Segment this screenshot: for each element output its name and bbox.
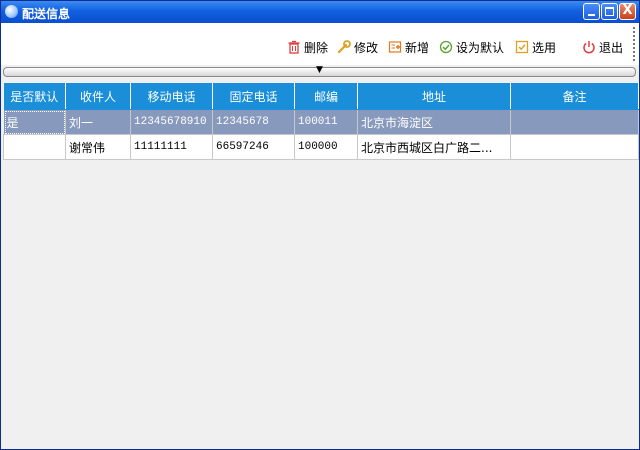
maximize-button[interactable] — [601, 3, 618, 20]
table-row[interactable]: 谢常伟 11111111 66597246 100000 北京市西城区白广路二.… — [3, 134, 639, 160]
wrench-icon — [337, 40, 351, 54]
chevron-down-icon: ▼ — [316, 65, 323, 75]
cell-note[interactable] — [510, 109, 639, 135]
column-header-phone[interactable]: 固定电话 — [212, 83, 295, 110]
power-icon — [583, 41, 595, 54]
add-record-icon — [388, 41, 402, 53]
column-header-mobile[interactable]: 移动电话 — [130, 83, 213, 110]
exit-button[interactable]: 退出 — [582, 39, 623, 55]
exit-label: 退出 — [599, 41, 624, 55]
column-header-note[interactable]: 备注 — [510, 83, 639, 110]
column-header-zip[interactable]: 邮编 — [294, 83, 358, 110]
grid-header-row: 是否默认 收件人 移动电话 固定电话 邮编 地址 备注 — [3, 83, 639, 110]
cell-is-default[interactable]: 是 — [3, 109, 66, 135]
cell-address[interactable]: 北京市西城区白广路二... — [357, 134, 511, 160]
maximize-icon — [605, 7, 614, 16]
cell-zip[interactable]: 100011 — [294, 109, 358, 135]
collapse-toggle-bar[interactable]: ▼ — [3, 65, 636, 77]
close-button[interactable]: X — [619, 3, 636, 20]
delete-button[interactable]: 删除 — [287, 39, 328, 55]
app-icon — [5, 5, 18, 18]
add-label: 新增 — [405, 41, 430, 55]
select-button[interactable]: 选用 — [515, 39, 556, 55]
delete-label: 删除 — [304, 41, 329, 55]
cell-recipient[interactable]: 刘一 — [65, 109, 131, 135]
minimize-icon — [588, 14, 595, 16]
cell-mobile[interactable]: 11111111 — [130, 134, 213, 160]
title-bar[interactable]: 配送信息 X — [1, 1, 639, 23]
address-grid: 是否默认 收件人 移动电话 固定电话 邮编 地址 备注 是 刘一 1234567… — [3, 83, 639, 160]
column-header-address[interactable]: 地址 — [357, 83, 511, 110]
cell-note[interactable] — [510, 134, 639, 160]
check-circle-icon — [439, 40, 453, 54]
cell-recipient[interactable]: 谢常伟 — [65, 134, 131, 160]
trash-icon — [288, 40, 300, 54]
cell-mobile[interactable]: 12345678910 — [130, 109, 213, 135]
cell-phone[interactable]: 66597246 — [212, 134, 295, 160]
cell-zip[interactable]: 100000 — [294, 134, 358, 160]
column-header-recipient[interactable]: 收件人 — [65, 83, 131, 110]
close-icon: X — [622, 3, 633, 18]
minimize-button[interactable] — [583, 3, 600, 20]
edit-button[interactable]: 修改 — [337, 39, 378, 55]
cell-is-default[interactable] — [3, 134, 66, 160]
cell-phone[interactable]: 12345678 — [212, 109, 295, 135]
set-default-button[interactable]: 设为默认 — [439, 39, 504, 55]
toolbar: 删除 修改 新增 设为默认 选用 退出 — [1, 23, 639, 65]
column-header-is-default[interactable]: 是否默认 — [3, 83, 66, 110]
delivery-info-window: 配送信息 X 删除 修改 新增 设为默认 选用 退出 ▼ 是否默认 收件人 移动… — [0, 0, 640, 450]
toolbar-grip[interactable] — [633, 27, 635, 61]
checkbox-icon — [515, 40, 529, 54]
cell-address[interactable]: 北京市海淀区 — [357, 109, 511, 135]
edit-label: 修改 — [354, 41, 379, 55]
window-title: 配送信息 — [22, 7, 71, 21]
select-label: 选用 — [532, 41, 557, 55]
table-row[interactable]: 是 刘一 12345678910 12345678 100011 北京市海淀区 — [3, 109, 639, 135]
set-default-label: 设为默认 — [456, 41, 505, 55]
add-button[interactable]: 新增 — [388, 39, 429, 55]
